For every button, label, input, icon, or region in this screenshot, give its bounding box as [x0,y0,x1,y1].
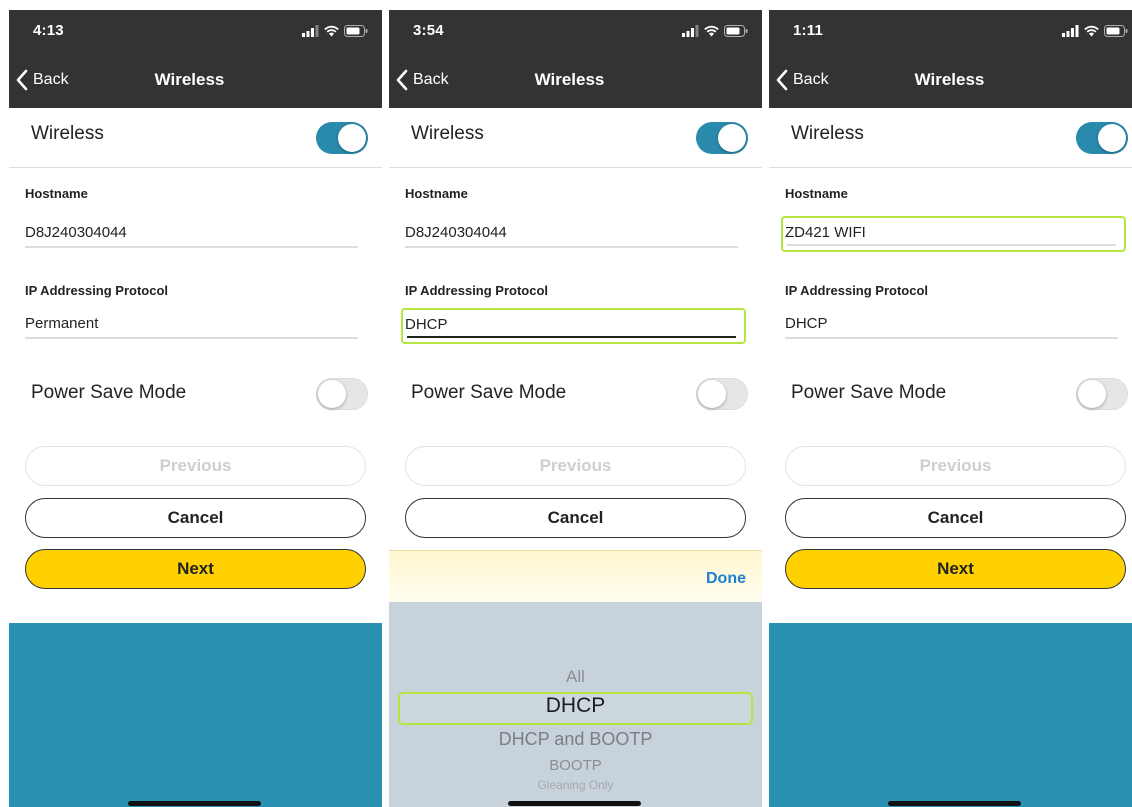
field-underline [25,246,358,248]
picker-wheel[interactable]: All DHCP DHCP and BOOTP BOOTP Gleaning O… [389,602,762,807]
status-time: 4:13 [33,22,64,39]
status-icons [1062,24,1128,38]
wireless-label: Wireless [411,123,484,144]
field-underline [785,337,1118,339]
wireless-row: Wireless [769,108,1132,168]
home-indicator[interactable] [508,801,641,806]
picker-option[interactable]: Gleaning Only [389,778,762,792]
power-save-label: Power Save Mode [791,382,947,403]
toggle-knob [698,380,726,408]
ip-protocol-label: IP Addressing Protocol [785,283,929,298]
picker-option[interactable]: BOOTP [389,757,762,774]
home-indicator[interactable] [888,801,1021,806]
hostname-field[interactable]: D8J240304044 [21,216,366,252]
toggle-knob [718,124,746,152]
picker-option[interactable]: All [389,667,762,687]
power-save-toggle[interactable] [316,378,368,410]
ip-protocol-field[interactable]: Permanent [21,307,366,343]
done-button[interactable]: Done [706,570,746,588]
field-underline [405,246,738,248]
hostname-label: Hostname [405,186,468,201]
previous-button[interactable]: Previous [25,446,366,486]
wireless-label: Wireless [791,123,864,144]
hostname-field[interactable]: ZD421 WIFI [781,216,1126,252]
field-underline [407,336,736,338]
status-time: 3:54 [413,22,444,39]
toggle-knob [1078,380,1106,408]
field-underline [25,337,358,339]
footer-band [769,623,1132,807]
wifi-icon [704,25,719,37]
wifi-icon [324,25,339,37]
status-bar: 3:54 [389,10,762,52]
power-save-row: Power Save Mode [769,370,1132,418]
picker-toolbar: Done [389,550,762,602]
hostname-value: D8J240304044 [405,224,507,241]
toggle-knob [338,124,366,152]
wireless-toggle[interactable] [696,122,748,154]
wireless-toggle[interactable] [1076,122,1128,154]
wireless-row: Wireless [389,108,762,168]
cellular-signal-icon [302,25,319,37]
hostname-label: Hostname [785,186,848,201]
power-save-row: Power Save Mode [389,370,762,418]
wireless-row: Wireless [9,108,382,168]
next-button[interactable]: Next [25,549,366,589]
wireless-label: Wireless [31,123,104,144]
ip-protocol-label: IP Addressing Protocol [25,283,169,298]
footer-band [9,623,382,807]
picker-option[interactable]: DHCP and BOOTP [389,729,762,750]
power-save-label: Power Save Mode [31,382,187,403]
cellular-signal-icon [1062,25,1079,37]
phone-screen-3: 1:11 Back Wireless Wireless Hostname ZD4… [769,10,1132,807]
previous-button[interactable]: Previous [405,446,746,486]
battery-icon [344,25,368,37]
status-bar: 1:11 [769,10,1132,52]
hostname-value: ZD421 WIFI [785,224,866,241]
cancel-button[interactable]: Cancel [785,498,1126,538]
phone-screen-1: 4:13 Back Wireless Wireless Hostname D8J… [9,10,382,807]
ip-protocol-label: IP Addressing Protocol [405,283,549,298]
cancel-button[interactable]: Cancel [25,498,366,538]
power-save-toggle[interactable] [1076,378,1128,410]
ip-protocol-value: DHCP [405,316,448,333]
page-title: Wireless [914,70,985,89]
ip-protocol-value: DHCP [785,315,828,332]
picker-option-selected[interactable]: DHCP [389,694,762,718]
status-time: 1:11 [793,22,823,39]
ip-protocol-field[interactable]: DHCP [401,308,746,344]
power-save-toggle[interactable] [696,378,748,410]
next-button[interactable]: Next [785,549,1126,589]
phone-screen-2: 3:54 Back Wireless Wireless Hostname D8J… [389,10,762,807]
ip-protocol-field[interactable]: DHCP [781,307,1126,343]
page-title: Wireless [154,70,225,89]
power-save-label: Power Save Mode [411,382,567,403]
toggle-knob [318,380,346,408]
cellular-signal-icon [682,25,699,37]
power-save-row: Power Save Mode [9,370,382,418]
nav-bar: Back Wireless [769,52,1132,108]
battery-icon [724,25,748,37]
hostname-value: D8J240304044 [25,224,127,241]
home-indicator[interactable] [128,801,261,806]
toggle-knob [1098,124,1126,152]
nav-bar: Back Wireless [9,52,382,108]
wireless-toggle[interactable] [316,122,368,154]
hostname-field[interactable]: D8J240304044 [401,216,746,252]
status-icons [682,24,748,38]
status-bar: 4:13 [9,10,382,52]
nav-bar: Back Wireless [389,52,762,108]
battery-icon [1104,25,1128,37]
status-icons [302,24,368,38]
wifi-icon [1084,25,1099,37]
ip-protocol-value: Permanent [25,315,99,332]
page-title: Wireless [534,70,605,89]
previous-button[interactable]: Previous [785,446,1126,486]
field-underline [787,244,1116,246]
cancel-button[interactable]: Cancel [405,498,746,538]
hostname-label: Hostname [25,186,88,201]
